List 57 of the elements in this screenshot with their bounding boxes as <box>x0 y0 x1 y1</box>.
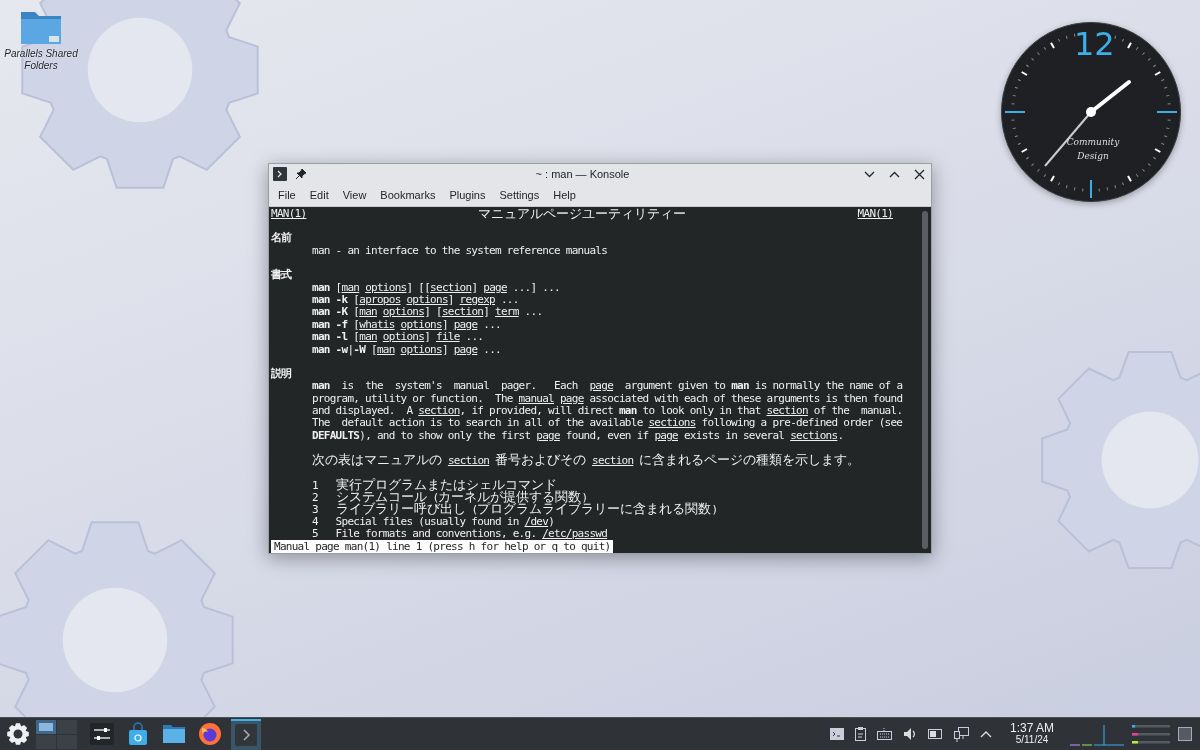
clock-date[interactable]: 5/11/24 <box>1015 734 1049 746</box>
browser-icon <box>198 722 222 746</box>
man-header-left: MAN(1) <box>271 208 307 221</box>
app-launcher-icon[interactable] <box>6 722 30 746</box>
show-desktop-icon[interactable] <box>1178 727 1192 741</box>
chevron-up-icon[interactable] <box>979 730 992 738</box>
terminal-line: The default action is to search in all of the available sections following a pre-defined order (see <box>312 416 903 430</box>
terminal-icon[interactable] <box>273 167 287 181</box>
man-header-right: MAN(1) <box>857 208 893 221</box>
clock-brand-text: Design <box>1077 150 1109 163</box>
menu-item[interactable]: Plugins <box>442 186 493 204</box>
terminal-line: 4 Special files (usually found in /dev) <box>312 514 555 528</box>
section-heading: 名前 <box>271 231 292 245</box>
desktop-icon-label[interactable]: Parallels Shared Folders <box>2 48 80 72</box>
network-icon[interactable] <box>953 726 969 742</box>
folder-icon <box>162 724 186 744</box>
terminal-line: man -K [man options] [section] term ... <box>312 305 543 319</box>
terminal-line: and displayed. A section, if provided, will direct man to look only in that section of the manual. <box>312 404 903 418</box>
terminal-line: man [man options] [[section] page ...] ... <box>312 280 560 294</box>
resource-meters-drawing[interactable] <box>1130 723 1172 745</box>
virtual-desktop[interactable] <box>36 719 56 734</box>
pin-icon[interactable] <box>295 168 307 180</box>
terminal-line: man -k [apropos options] regexp ... <box>312 292 519 306</box>
terminal-line: 3 ライブラリー呼び出し (プログラムライブラリーに含まれる関数) <box>312 503 718 517</box>
section-heading: 書式 <box>271 268 292 282</box>
keyboard-icon[interactable] <box>876 728 892 740</box>
terminal-line: program, utility or function. The manual page associated with each of these arguments is then found <box>312 391 903 405</box>
clock-time[interactable]: 1:37 AM <box>1009 722 1054 734</box>
terminal-line: DEFAULTS), and to show only the first page found, even if page exists in several sections. <box>312 428 844 442</box>
close-icon[interactable] <box>914 168 925 180</box>
terminal-icon[interactable] <box>829 728 844 740</box>
menu-item[interactable]: View <box>335 186 374 204</box>
menu-item[interactable]: File <box>271 186 303 204</box>
menu-item[interactable]: Settings <box>492 186 547 204</box>
sliders-icon <box>90 723 114 745</box>
terminal-line: 次の表はマニュアルの section 番号およびその section に含まれるページの種類を示します。 <box>312 454 861 468</box>
menu-item[interactable]: Bookmarks <box>373 186 443 204</box>
terminal-line: man - an interface to the system reference manuals <box>312 243 608 257</box>
terminal-icon <box>235 724 257 746</box>
menu-item[interactable]: Help <box>546 186 583 204</box>
shopping-bag-icon <box>127 722 149 746</box>
terminal-line: man is the system's manual pager. Each page argument given to man is normally the name of a <box>312 379 903 393</box>
battery-icon[interactable] <box>927 729 943 739</box>
clock-numeral: 12 <box>1074 25 1115 63</box>
scrollbar[interactable] <box>922 211 928 549</box>
terminal-line: man -w|-W [man options] page ... <box>312 342 501 356</box>
folder-icon[interactable] <box>19 10 63 46</box>
clipboard-icon[interactable] <box>854 727 866 741</box>
section-heading: 説明 <box>271 366 292 380</box>
window-title: ~ : man — Konsole <box>534 168 631 180</box>
terminal-line: man -f [whatis options] page ... <box>312 317 501 331</box>
speaker-icon[interactable] <box>902 727 917 741</box>
clock-brand-text: Community <box>1066 136 1120 149</box>
terminal-line: 5 File formats and conventions, e.g. /etc/passwd <box>312 527 608 541</box>
man-header-title: マニュアルページユーティリティー <box>478 208 686 221</box>
terminal-line: man -l [man options] file ... <box>312 330 484 344</box>
menu-item[interactable]: Edit <box>302 186 336 204</box>
